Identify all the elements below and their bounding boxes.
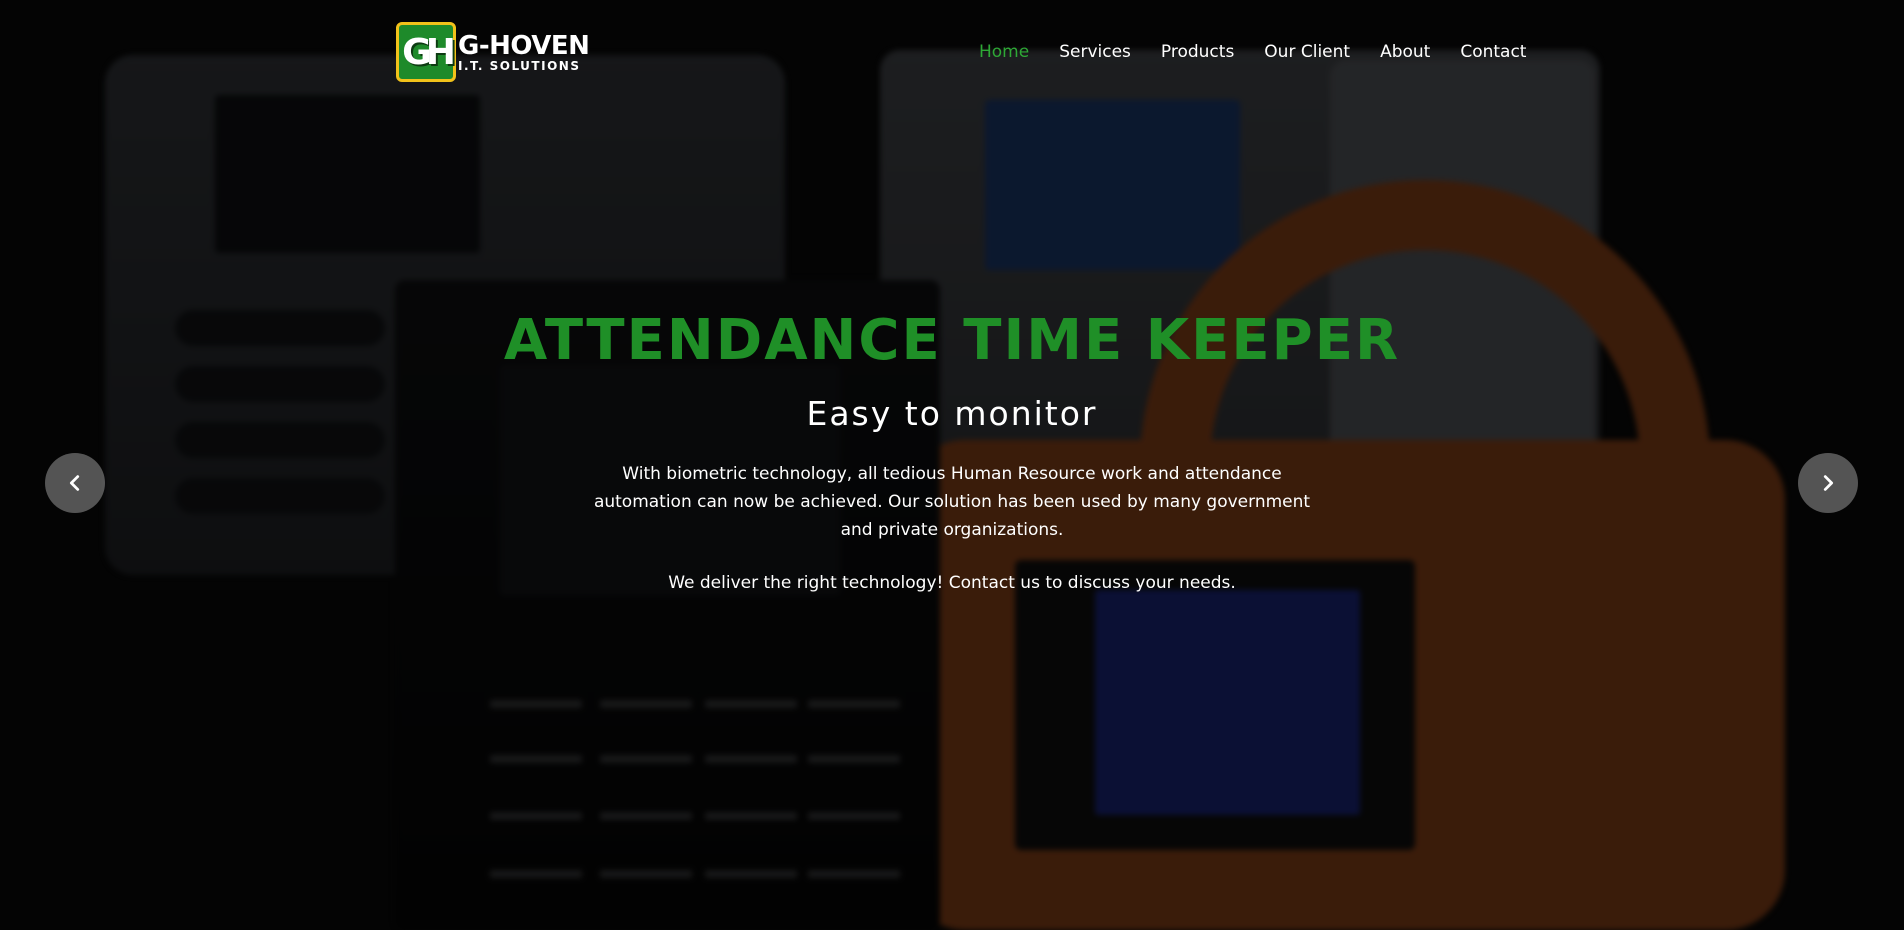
nav-products[interactable]: Products (1161, 42, 1234, 62)
carousel-prev-button[interactable] (45, 453, 105, 513)
chevron-right-icon (1823, 475, 1834, 491)
carousel-next-button[interactable] (1798, 453, 1858, 513)
brand-tagline: I.T. SOLUTIONS (458, 58, 581, 73)
chevron-left-icon (69, 475, 80, 491)
hero-cta-text: We deliver the right technology! Contact… (668, 573, 1236, 593)
nav-about[interactable]: About (1380, 42, 1430, 62)
nav-our-client[interactable]: Our Client (1264, 42, 1350, 62)
logo[interactable]: GH G-HOVEN I.T. SOLUTIONS (396, 22, 590, 82)
logo-mark: GH (396, 22, 456, 82)
site-header: GH G-HOVEN I.T. SOLUTIONS Home Services … (0, 0, 1904, 106)
nav-home[interactable]: Home (979, 42, 1029, 62)
brand-name: G-HOVEN (458, 30, 590, 61)
nav-contact[interactable]: Contact (1460, 42, 1526, 62)
hero-subtitle: Easy to monitor (806, 394, 1098, 433)
hero-title: ATTENDANCE TIME KEEPER (503, 308, 1401, 373)
logo-text: G-HOVEN I.T. SOLUTIONS (458, 30, 590, 73)
hero-description: With biometric technology, all tedious H… (593, 464, 1311, 540)
nav-services[interactable]: Services (1059, 42, 1131, 62)
main-nav: Home Services Products Our Client About … (979, 42, 1526, 62)
